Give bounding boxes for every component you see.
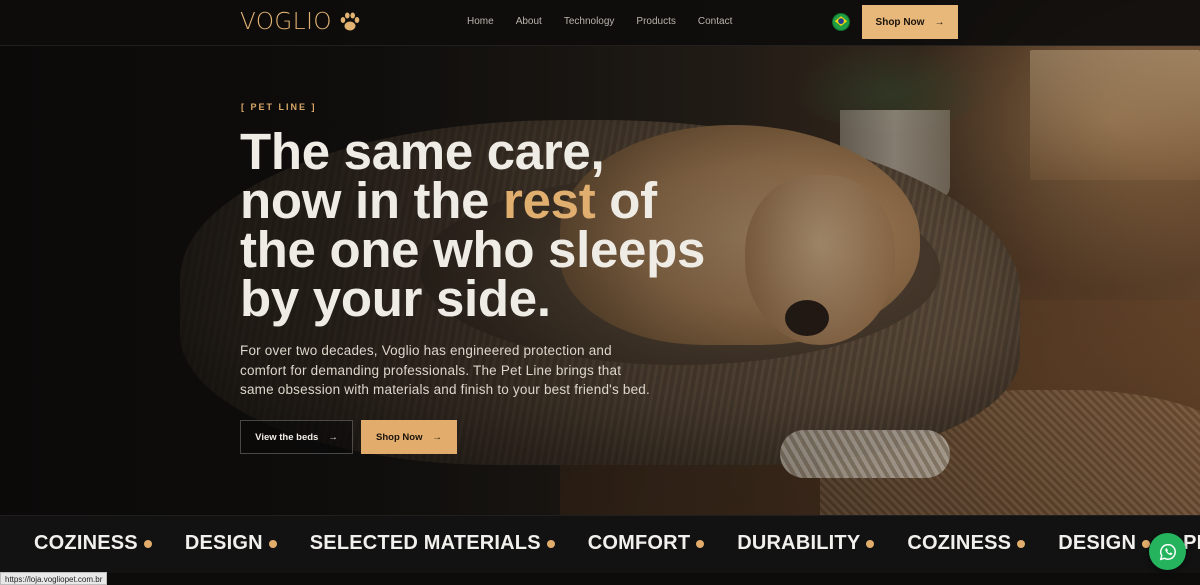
nav-about[interactable]: About [516, 16, 542, 27]
marquee-label: DESIGN [184, 532, 263, 554]
marquee-label: COZINESS [34, 532, 138, 554]
brazil-flag-icon[interactable] [832, 13, 850, 31]
hero-shop-now-button[interactable]: Shop Now → [361, 420, 457, 454]
status-url-tooltip: https://loja.vogliopet.com.br [0, 572, 108, 585]
hero-description: For over two decades, Voglio has enginee… [240, 343, 650, 397]
marquee-item: COZINESS [907, 532, 1026, 555]
nav-contact[interactable]: Contact [698, 16, 732, 27]
marquee-item: DESIGN [185, 532, 277, 555]
marquee-item: COZINESS [34, 532, 152, 555]
hero-eyebrow: [ PET LINE ] [241, 102, 317, 112]
arrow-right-icon: → [328, 431, 338, 443]
nav-products[interactable]: Products [636, 16, 675, 27]
dot-icon [143, 539, 152, 548]
dot-icon [546, 539, 555, 548]
nav-technology[interactable]: Technology [564, 16, 615, 27]
paw-icon [340, 12, 360, 31]
marquee-item: COMFORT [588, 532, 705, 555]
arrow-right-icon: → [934, 16, 945, 28]
whatsapp-icon[interactable] [1149, 533, 1186, 570]
marquee-label: DURABILITY [737, 532, 861, 554]
marquee-label: COMFORT [587, 532, 691, 554]
arrow-right-icon: → [432, 431, 442, 443]
logo-wordmark[interactable]: VOGLIO [240, 9, 332, 35]
main-menu: Home About Technology Products Contact [467, 16, 754, 27]
dot-icon [866, 539, 875, 548]
features-marquee: COZINESS DESIGN SELECTED MATERIALS COMFO… [0, 515, 1200, 573]
dot-icon [696, 539, 705, 548]
view-beds-label: View the beds [255, 431, 319, 443]
top-navbar: VOGLIO Home About Technology Products Co… [0, 0, 1200, 46]
marquee-label: SELECTED MATERIALS [309, 532, 541, 554]
nav-shop-now-button[interactable]: Shop Now → [862, 5, 958, 39]
marquee-label: DESIGN [1058, 532, 1137, 554]
marquee-item: DURABILITY [737, 532, 875, 555]
dot-icon [1017, 539, 1026, 548]
headline-line-4: by your side. [240, 270, 551, 327]
marquee-item: SELECTED MATERIALS [310, 532, 555, 555]
dot-icon [268, 539, 277, 548]
view-beds-button[interactable]: View the beds → [240, 420, 353, 454]
marquee-track: COZINESS DESIGN SELECTED MATERIALS COMFO… [34, 532, 1200, 555]
hero-shop-label: Shop Now [376, 431, 423, 443]
nav-shop-label: Shop Now [875, 16, 925, 28]
marquee-label: COZINESS [907, 532, 1012, 554]
hero-headline: The same care, now in the rest of the on… [240, 126, 720, 324]
nav-home[interactable]: Home [467, 16, 494, 27]
marquee-item: DESIGN [1058, 532, 1151, 555]
